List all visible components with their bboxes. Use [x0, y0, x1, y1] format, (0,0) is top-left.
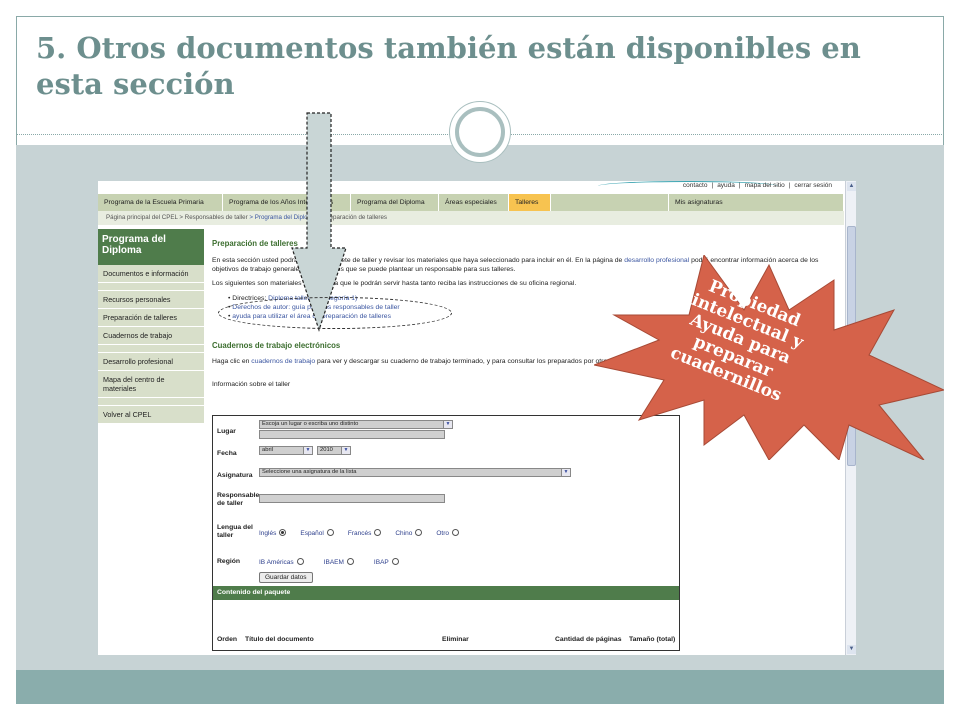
lugar-input[interactable] — [259, 430, 445, 439]
radio-ingles[interactable]: Inglés — [259, 529, 287, 537]
asignatura-select-value: Seleccione una asignatura de la lista — [262, 469, 357, 475]
sidebar-gap — [98, 398, 204, 406]
region-label: Región — [217, 558, 241, 565]
chevron-down-icon: ▼ — [443, 421, 452, 428]
col-titulo: Título del documento — [245, 636, 314, 643]
radio-ibap-label: IBAP — [373, 559, 389, 566]
radio-button-icon[interactable] — [391, 558, 399, 565]
breadcrumb: Página principal del CPEL > Responsables… — [98, 211, 844, 225]
scroll-down-icon[interactable]: ▼ — [847, 645, 856, 654]
radio-button-icon[interactable] — [346, 558, 354, 565]
radio-button-icon[interactable] — [279, 529, 287, 536]
sidebar-item-volver[interactable]: Volver al CPEL — [98, 406, 204, 424]
chevron-down-icon: ▼ — [303, 447, 312, 454]
top-links: contacto | ayuda | mapa del sitio | cerrar ses… — [679, 182, 832, 189]
radio-ingles-label: Inglés — [259, 530, 277, 537]
crumb-sep: > — [177, 214, 185, 221]
fecha-month-select[interactable]: abril ▼ — [259, 446, 313, 455]
col-tamano: Tamaño (total) — [629, 636, 676, 643]
radio-chino[interactable]: Chino — [395, 529, 423, 537]
nav-pep[interactable]: Programa de la Escuela Primaria — [98, 194, 223, 211]
asignatura-label: Asignatura — [217, 472, 253, 479]
link-cuadernos[interactable]: cuadernos de trabajo — [251, 358, 315, 365]
save-button[interactable]: Guardar datos — [259, 572, 313, 583]
separator: | — [711, 182, 714, 189]
nav-talleres[interactable]: Talleres — [509, 194, 551, 211]
link-ayuda[interactable]: ayuda — [717, 182, 735, 189]
sidebar-item-preparacion[interactable]: Preparación de talleres — [98, 309, 204, 327]
sidebar-item-recursos[interactable]: Recursos personales — [98, 291, 204, 309]
radio-espanol-label: Español — [300, 530, 324, 537]
radio-espanol[interactable]: Español — [300, 529, 334, 537]
scroll-up-icon[interactable]: ▲ — [847, 182, 856, 191]
top-bar: contacto | ayuda | mapa del sitio | cerrar ses… — [98, 181, 844, 194]
radio-button-icon[interactable] — [415, 529, 423, 536]
sidebar-gap — [98, 345, 204, 353]
col-orden: Orden — [217, 636, 238, 643]
radio-button-icon[interactable] — [451, 529, 459, 536]
radio-frances-label: Francés — [347, 530, 372, 537]
ring-ornament-inner — [455, 107, 505, 157]
lugar-label: Lugar — [217, 428, 236, 435]
nav-mis-asignaturas[interactable]: Mis asignaturas — [669, 194, 844, 211]
workbooks-text: Haga clic en — [212, 358, 252, 365]
footer-band — [16, 670, 944, 704]
lugar-select-value: Escoja un lugar o escriba uno distinto — [262, 421, 359, 427]
col-eliminar: Eliminar — [442, 636, 469, 643]
main-nav: Programa de la Escuela Primaria Programa… — [98, 194, 844, 211]
separator: | — [738, 182, 741, 189]
nav-spacer — [551, 194, 669, 211]
fecha-month-value: abril — [262, 447, 273, 453]
link-cerrar-sesion[interactable]: cerrar sesión — [794, 182, 832, 189]
responsable-input[interactable] — [259, 494, 445, 503]
separator: | — [788, 182, 791, 189]
sidebar-heading: Programa del Diploma — [98, 229, 204, 265]
fecha-year-select[interactable]: 2010 ▼ — [317, 446, 351, 455]
fecha-year-value: 2010 — [320, 447, 333, 453]
radio-frances[interactable]: Francés — [347, 529, 382, 537]
crumb-sep: > — [247, 214, 255, 221]
radio-ibap[interactable]: IBAP — [374, 558, 399, 566]
lengua-radio-group: Inglés Español Francés Chino Otro — [259, 529, 459, 537]
sidebar-item-desarrollo[interactable]: Desarrollo profesional — [98, 353, 204, 371]
chevron-down-icon: ▼ — [341, 447, 350, 454]
highlight-ellipse — [218, 297, 452, 329]
link-mapa[interactable]: mapa del sitio — [745, 182, 785, 189]
lugar-select[interactable]: Escoja un lugar o escriba uno distinto ▼ — [259, 420, 453, 429]
radio-chino-label: Chino — [395, 530, 413, 537]
nav-areas[interactable]: Áreas especiales — [439, 194, 509, 211]
col-paginas: Cantidad de páginas — [555, 636, 622, 643]
sidebar-gap — [98, 283, 204, 291]
link-contacto[interactable]: contacto — [683, 182, 708, 189]
radio-button-icon[interactable] — [296, 558, 304, 565]
responsable-label: Responsable de taller — [217, 492, 260, 507]
asignatura-select[interactable]: Seleccione una asignatura de la lista ▼ — [259, 468, 571, 477]
radio-otro[interactable]: Otro — [436, 529, 459, 537]
region-radio-group: IB Américas IBAEM IBAP — [259, 558, 399, 566]
radio-button-icon[interactable] — [326, 529, 334, 536]
intro-text: En esta sección usted podrá crear su paq… — [212, 257, 625, 264]
radio-ib-americas[interactable]: IB Américas — [259, 558, 304, 566]
sidebar-item-mapa[interactable]: Mapa del centro de materiales — [98, 371, 204, 398]
lengua-label: Lengua del taller — [217, 524, 253, 539]
sidebar-item-cuadernos[interactable]: Cuadernos de trabajo — [98, 327, 204, 345]
chevron-down-icon: ▼ — [561, 469, 570, 476]
fecha-label: Fecha — [217, 450, 237, 457]
radio-ib-americas-label: IB Américas — [259, 559, 294, 566]
nav-diploma[interactable]: Programa del Diploma — [351, 194, 439, 211]
slide-title: 5. Otros documentos también están dispon… — [36, 31, 861, 101]
radio-otro-label: Otro — [436, 530, 449, 537]
sidebar-item-documentos[interactable]: Documentos e información — [98, 265, 204, 283]
radio-ibaem-label: IBAEM — [323, 559, 344, 566]
radio-button-icon[interactable] — [374, 529, 382, 536]
radio-ibaem[interactable]: IBAEM — [324, 558, 354, 566]
sidebar: Programa del Diploma Documentos e inform… — [98, 229, 204, 655]
crumb-resp[interactable]: Responsables de taller — [185, 214, 248, 221]
crumb-home[interactable]: Página principal del CPEL — [106, 214, 178, 221]
package-header: Contenido del paquete — [213, 586, 679, 600]
